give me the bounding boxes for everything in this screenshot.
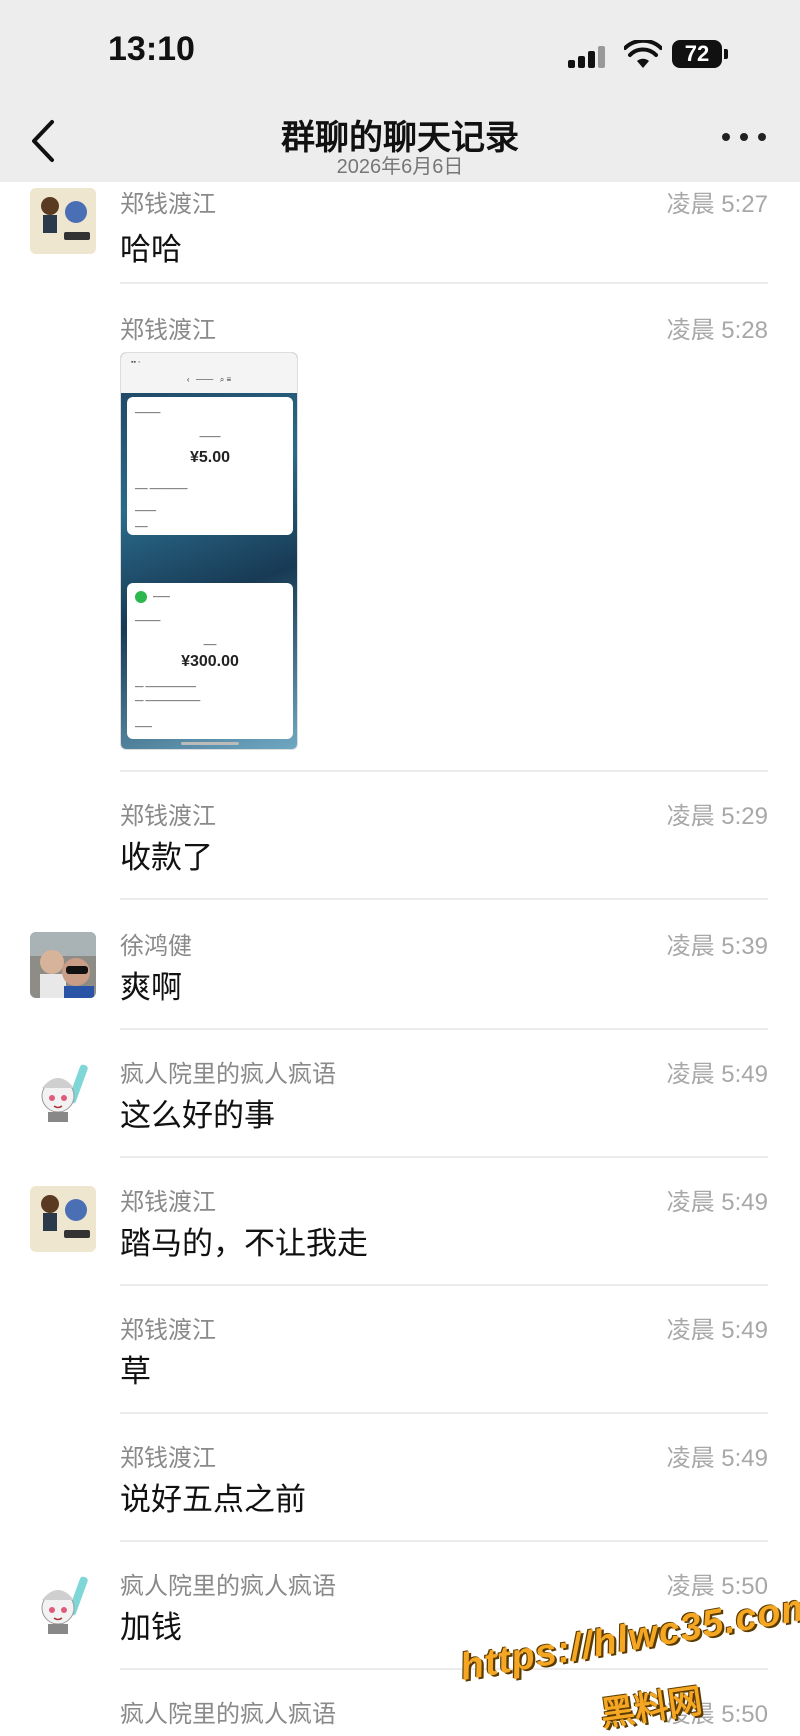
chat-history-list[interactable]: 郑钱渡江 凌晨 5:27 哈哈 郑钱渡江 凌晨 5:28 ▪▪ ◦ ‹ ─── … (0, 182, 800, 1736)
avatar[interactable] (30, 1058, 96, 1124)
payment-amount: ¥300.00 (181, 653, 239, 670)
avatar[interactable] (30, 932, 96, 998)
sender-name: 郑钱渡江 (120, 803, 216, 830)
payment-amount: ¥5.00 (189, 449, 231, 466)
divider (120, 1284, 768, 1286)
divider (120, 1156, 768, 1158)
divider (120, 282, 768, 284)
card-line: ━━ ━━━━━━━━━━━━━ (135, 698, 201, 705)
message-text: 加钱 (120, 1610, 182, 1645)
check-icon (135, 591, 147, 603)
card-line: ━━━━ (135, 724, 152, 731)
divider (120, 770, 768, 772)
more-options-button[interactable] (722, 130, 766, 144)
divider (120, 1412, 768, 1414)
divider (120, 1668, 768, 1670)
card-line: ━━━ (203, 642, 217, 649)
message-time: 凌晨 5:49 (666, 1317, 768, 1344)
message-time: 凌晨 5:49 (666, 1061, 768, 1088)
image-message-thumbnail[interactable]: ▪▪ ◦ ‹ ─── ⌕ ≡ ━━━━━━ ━━━━━ ¥5.00 ━━━ ━━… (120, 352, 298, 750)
card-line: ━━━━━ (199, 434, 221, 441)
message-text: 这么好的事 (120, 1098, 275, 1133)
sender-name: 疯人院里的疯人疯语 (120, 1701, 336, 1728)
card-line: ━━ ━━━━━━━━━━━━ (135, 684, 196, 691)
card-line: ━━━━━━ (135, 410, 161, 417)
top-bar: 13:10 72 群聊的聊天记录 2026年6月6日 (0, 0, 800, 182)
screenshot-status: ▪▪ ◦ (131, 359, 141, 366)
divider (120, 1028, 768, 1030)
message-text: 收款了 (120, 840, 213, 875)
message-time: 凌晨 5:27 (666, 191, 768, 218)
screenshot-title-bar: ‹ ─── ⌕ ≡ (186, 375, 232, 384)
card-line: ━━━ ━━━━━━━━━ (135, 486, 188, 493)
divider (120, 1540, 768, 1542)
message-text: 踏马的，不让我走 (120, 1226, 368, 1261)
sender-name: 郑钱渡江 (120, 191, 216, 218)
avatar[interactable] (30, 188, 96, 254)
card-line: ━━━━━ (135, 508, 157, 515)
sender-name: 郑钱渡江 (120, 1317, 216, 1344)
sender-name: 疯人院里的疯人疯语 (120, 1573, 336, 1600)
message-time: 凌晨 5:49 (666, 1445, 768, 1472)
payment-card: ━━━━ ━━━━━━ ━━━ ¥300.00 ━━ ━━━━━━━━━━━━ … (127, 583, 293, 739)
sender-name: 郑钱渡江 (120, 317, 216, 344)
cellular-signal-icon (568, 44, 612, 68)
message-time: 凌晨 5:39 (666, 933, 768, 960)
sender-name: 疯人院里的疯人疯语 (120, 1061, 336, 1088)
divider (120, 898, 768, 900)
wifi-icon (624, 40, 662, 68)
message-time: 凌晨 5:28 (666, 317, 768, 344)
message-time: 凌晨 5:29 (666, 803, 768, 830)
card-line: ━━━━━━ (135, 618, 161, 625)
avatar[interactable] (30, 1186, 96, 1252)
message-text: 说好五点之前 (120, 1482, 306, 1517)
sender-name: 徐鸿健 (120, 933, 192, 960)
sender-name: 郑钱渡江 (120, 1189, 216, 1216)
avatar[interactable] (30, 1570, 96, 1636)
message-time: 凌晨 5:49 (666, 1189, 768, 1216)
message-text: 草 (120, 1354, 151, 1389)
scroll-handle (181, 742, 239, 745)
message-text: 爽啊 (120, 970, 182, 1005)
page-subtitle-date: 2026年6月6日 (336, 156, 464, 178)
sender-name: 郑钱渡江 (120, 1445, 216, 1472)
card-line: ━━━ (135, 524, 148, 531)
card-line: ━━━━ (153, 594, 170, 601)
status-time: 13:10 (108, 30, 195, 68)
payment-card: ━━━━━━ ━━━━━ ¥5.00 ━━━ ━━━━━━━━━ ━━━━━ ━… (127, 397, 293, 535)
message-text: 哈哈 (120, 232, 182, 267)
screenshot-header: ▪▪ ◦ ‹ ─── ⌕ ≡ (121, 353, 297, 393)
battery-indicator: 72 (672, 40, 728, 68)
